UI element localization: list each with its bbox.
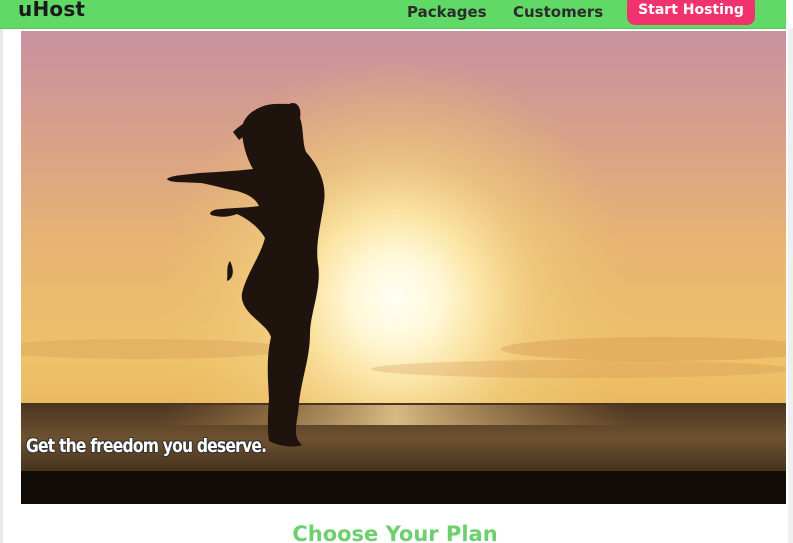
page-scrollbar-track[interactable] xyxy=(788,28,793,543)
brand-logo[interactable]: uHost xyxy=(18,0,85,21)
nav-link-packages[interactable]: Packages xyxy=(407,3,487,21)
page: uHost Packages Customers Start Hosting G… xyxy=(0,0,793,543)
hero-tagline: Get the freedom you deserve. xyxy=(26,435,267,457)
nav-link-customers[interactable]: Customers xyxy=(513,3,603,21)
page-left-edge xyxy=(0,28,3,543)
plans-section-heading: Choose Your Plan xyxy=(292,522,498,543)
hero-image xyxy=(21,31,786,504)
start-hosting-button[interactable]: Start Hosting xyxy=(627,0,755,25)
hero-section: Get the freedom you deserve. xyxy=(21,31,786,504)
main-header: uHost Packages Customers Start Hosting xyxy=(0,0,786,29)
